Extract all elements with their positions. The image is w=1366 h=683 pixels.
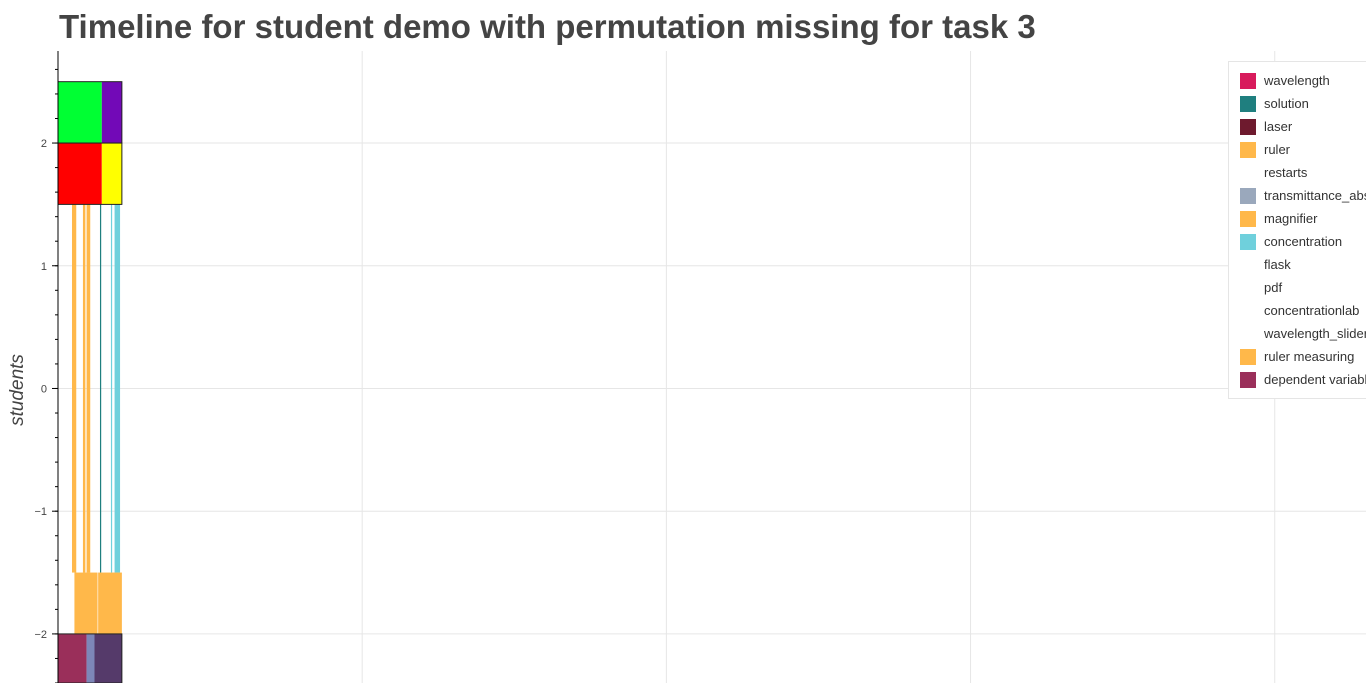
legend-item: dependent variable bbox=[1229, 368, 1366, 391]
legend-label: wavelength_slider bbox=[1264, 326, 1366, 341]
timeline-segment bbox=[98, 572, 122, 634]
legend-item: magnifier bbox=[1229, 207, 1366, 230]
legend-item: ruler bbox=[1229, 138, 1366, 161]
legend-label: concentrationlab bbox=[1264, 303, 1360, 318]
legend-label: pdf bbox=[1264, 280, 1283, 295]
legend-label: flask bbox=[1264, 257, 1291, 272]
timeline-segment bbox=[94, 633, 122, 683]
timeline-segment bbox=[58, 143, 102, 205]
legend-swatch bbox=[1240, 72, 1256, 89]
legend-item: flask bbox=[1229, 253, 1366, 276]
y-axis-label: students bbox=[7, 354, 28, 426]
legend-swatch bbox=[1240, 141, 1256, 158]
legend-item: laser bbox=[1229, 115, 1366, 138]
legend-swatch bbox=[1240, 302, 1256, 319]
timeline-segment bbox=[101, 143, 122, 205]
legend-label: concentration bbox=[1264, 234, 1343, 249]
timeline-segment bbox=[82, 204, 86, 573]
legend-swatch bbox=[1240, 95, 1256, 112]
legend-swatch bbox=[1240, 325, 1256, 342]
legend-label: transmittance_abs bbox=[1264, 188, 1366, 203]
legend-swatch bbox=[1240, 256, 1256, 273]
timeline-segment bbox=[71, 204, 77, 573]
legend: wavelength solution laser ruler restarts tran… bbox=[1228, 61, 1366, 399]
legend-item: ruler measuring bbox=[1229, 345, 1366, 368]
legend-swatch bbox=[1240, 371, 1256, 388]
legend-label: ruler bbox=[1264, 142, 1291, 157]
timeline-segment bbox=[99, 204, 102, 573]
y-tick-label: −2 bbox=[34, 629, 47, 641]
timeline-segment bbox=[110, 204, 113, 573]
timeline-segment bbox=[114, 204, 121, 573]
legend-item: solution bbox=[1229, 92, 1366, 115]
timeline-segment bbox=[86, 204, 91, 573]
legend-label: solution bbox=[1264, 96, 1309, 111]
legend-item: wavelength bbox=[1229, 69, 1366, 92]
y-tick-label: −1 bbox=[34, 506, 47, 518]
legend-label: dependent variable bbox=[1264, 372, 1366, 387]
legend-swatch bbox=[1240, 279, 1256, 296]
timeline-segment bbox=[74, 572, 98, 634]
timeline-segment bbox=[58, 81, 102, 144]
legend-item: concentrationlab bbox=[1229, 299, 1366, 322]
timeline-segment bbox=[101, 81, 122, 144]
legend-swatch bbox=[1240, 164, 1256, 181]
legend-swatch bbox=[1240, 233, 1256, 250]
legend-item: concentration bbox=[1229, 230, 1366, 253]
legend-swatch bbox=[1240, 210, 1256, 227]
y-tick-label: 1 bbox=[41, 261, 47, 273]
timeline-segment bbox=[58, 633, 87, 683]
legend-label: ruler measuring bbox=[1264, 349, 1355, 364]
y-tick-label: 0 bbox=[41, 383, 47, 395]
legend-swatch bbox=[1240, 187, 1256, 204]
legend-label: wavelength bbox=[1264, 73, 1330, 88]
legend-item: transmittance_abs bbox=[1229, 184, 1366, 207]
legend-label: laser bbox=[1264, 119, 1293, 134]
y-tick-label: 2 bbox=[41, 138, 47, 150]
legend-label: restarts bbox=[1264, 165, 1308, 180]
legend-item: restarts bbox=[1229, 161, 1366, 184]
timeline-segment bbox=[86, 633, 95, 683]
legend-swatch bbox=[1240, 118, 1256, 135]
legend-swatch bbox=[1240, 348, 1256, 365]
legend-label: magnifier bbox=[1264, 211, 1318, 226]
legend-item: wavelength_slider bbox=[1229, 322, 1366, 345]
legend-item: pdf bbox=[1229, 276, 1366, 299]
plot-area: −2 −1 0 1 2 bbox=[34, 51, 1366, 683]
